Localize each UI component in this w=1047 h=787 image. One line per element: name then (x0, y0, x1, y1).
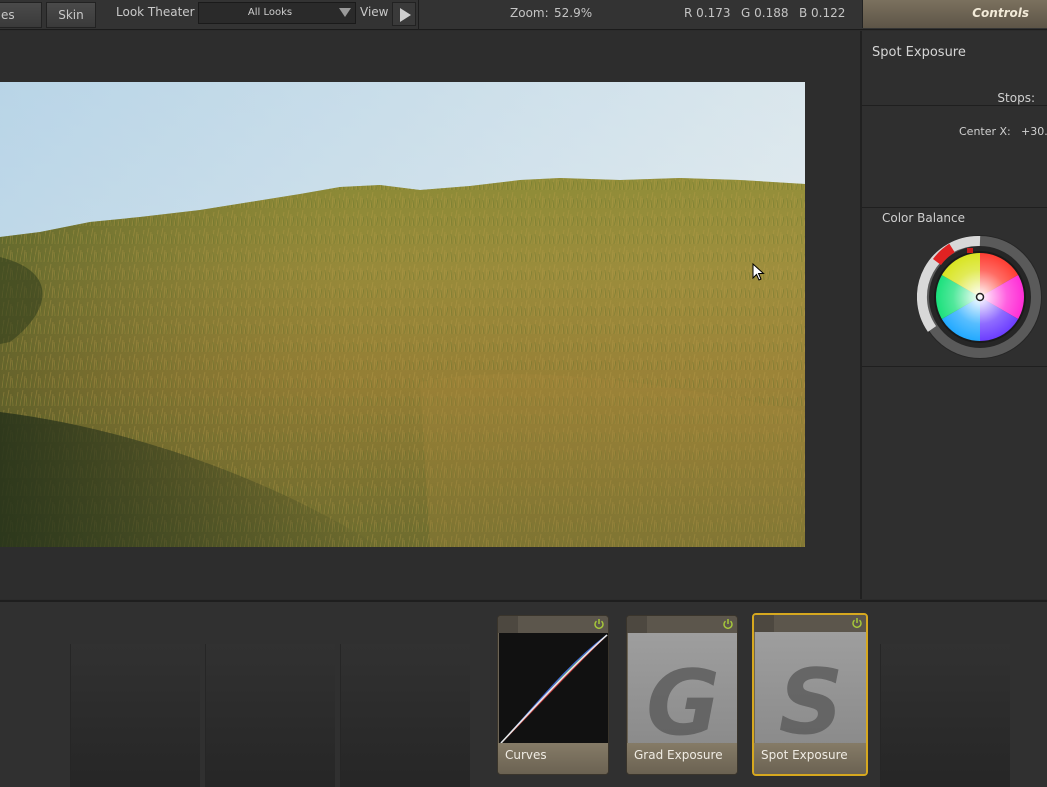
red-readout: R 0.173 (684, 6, 731, 20)
curves-tool-card[interactable]: Curves (497, 615, 609, 775)
power-icon[interactable] (722, 618, 734, 630)
power-icon[interactable] (851, 617, 863, 629)
grass-hill-photo (0, 82, 805, 547)
center-x-value[interactable]: +30. (1021, 125, 1047, 138)
controls-tab[interactable]: Controls (862, 0, 1047, 28)
zoom-label: Zoom: (510, 6, 549, 20)
empty-tool-slot[interactable] (340, 644, 470, 787)
spot-exposure-icon: S (755, 632, 866, 755)
curves-label: Curves (498, 743, 608, 774)
image-viewer[interactable] (0, 31, 860, 599)
play-button[interactable] (392, 2, 416, 26)
color-balance-wheel[interactable] (917, 234, 1043, 360)
power-icon[interactable] (593, 618, 605, 630)
top-toolbar: es Skin Look Theater All Looks View Zoom… (0, 0, 1047, 30)
tool-strip: Curves G Grad Exposure S Spot Exposure (0, 600, 1047, 787)
center-x-label: Center X: (959, 125, 1011, 138)
color-balance-label: Color Balance (882, 211, 966, 225)
green-readout: G 0.188 (741, 6, 789, 20)
mouse-cursor-icon (752, 263, 765, 281)
skin-button[interactable]: Skin (46, 2, 96, 28)
empty-tool-slot[interactable] (70, 644, 200, 787)
spot-exposure-tool-card[interactable]: S Spot Exposure (752, 613, 868, 776)
panel-title: Spot Exposure (872, 45, 966, 60)
blue-readout: B 0.122 (799, 6, 846, 20)
panel-divider (862, 207, 1047, 208)
zoom-value: 52.9% (554, 6, 593, 20)
chevron-down-icon (339, 8, 351, 17)
empty-tool-slot[interactable] (880, 644, 1010, 787)
grad-exposure-icon: G (628, 633, 737, 756)
panel-divider (862, 105, 1047, 106)
view-label: View (360, 5, 389, 19)
curves-graph-icon (499, 633, 608, 745)
look-theater-label: Look Theater (116, 5, 195, 19)
empty-tool-slot[interactable] (205, 644, 335, 787)
looks-filter-select[interactable]: All Looks (198, 2, 356, 24)
looks-tab-button[interactable]: es (0, 2, 42, 28)
stops-label: Stops: (997, 91, 1035, 105)
looks-select-value: All Looks (247, 7, 293, 18)
panel-divider (862, 366, 1047, 367)
controls-panel: Spot Exposure Stops: Center X: +30. Colo… (860, 31, 1047, 599)
preview-image[interactable] (0, 82, 805, 547)
play-icon (400, 8, 411, 22)
grad-exposure-tool-card[interactable]: G Grad Exposure (626, 615, 738, 775)
grad-exposure-label: Grad Exposure (627, 743, 737, 774)
spot-exposure-label: Spot Exposure (754, 743, 866, 774)
toolbar-divider (418, 0, 419, 30)
